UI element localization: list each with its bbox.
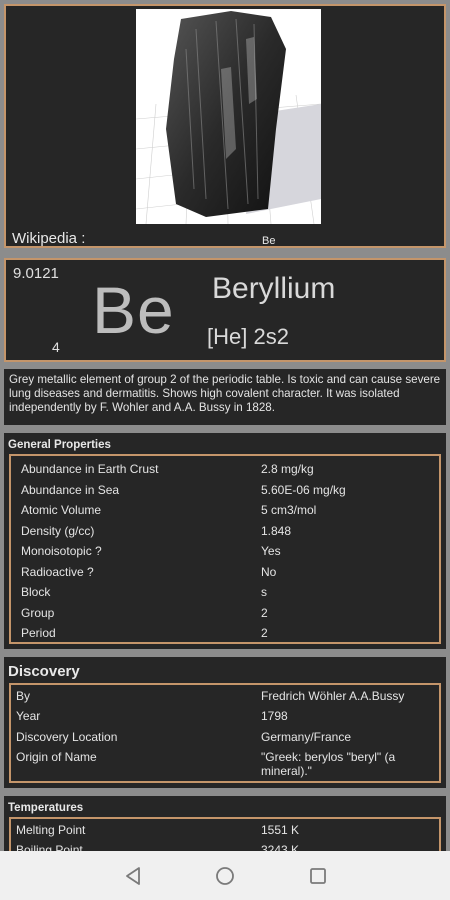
navigation-bar <box>0 851 450 900</box>
property-label: Melting Point <box>16 823 86 837</box>
general-properties-box: Abundance in Earth Crust 2.8 mg/kg Abund… <box>9 454 441 644</box>
home-icon[interactable] <box>212 863 238 889</box>
property-value: s <box>261 585 267 599</box>
discovery-box: By Fredrich Wöhler A.A.Bussy Year 1798 D… <box>9 683 441 783</box>
property-label: Origin of Name <box>16 750 97 764</box>
property-label: Abundance in Sea <box>21 483 120 497</box>
property-value: 2.8 mg/kg <box>261 462 314 476</box>
section-title: Discovery <box>8 663 80 680</box>
electron-configuration: [He] 2s2 <box>207 324 289 349</box>
property-label: By <box>16 689 31 703</box>
general-properties-section: General Properties Abundance in Earth Cr… <box>4 433 446 649</box>
image-panel: Wikipedia : Be <box>4 4 446 248</box>
back-icon[interactable] <box>120 863 146 889</box>
property-label: Abundance in Earth Crust <box>21 462 159 476</box>
recents-icon[interactable] <box>305 863 331 889</box>
atomic-weight: 9.0121 <box>13 265 59 282</box>
property-value: Fredrich Wöhler A.A.Bussy <box>261 689 405 703</box>
property-label: Density (g/cc) <box>21 524 95 538</box>
property-label: Group <box>21 606 55 620</box>
section-title: Temperatures <box>8 802 84 814</box>
property-value: 2 <box>261 606 268 620</box>
property-label: Radioactive ? <box>21 565 94 579</box>
element-header: 9.0121 4 Be Beryllium [He] 2s2 <box>4 258 446 362</box>
property-value: 1798 <box>261 709 288 723</box>
property-value: Germany/France <box>261 730 352 744</box>
property-value: "Greek: berylos "beryl" (a mineral)." <box>261 750 396 778</box>
element-photo[interactable] <box>136 9 321 224</box>
property-value: No <box>261 565 277 579</box>
property-label: Discovery Location <box>16 730 118 744</box>
property-label: Monoisotopic ? <box>21 544 102 558</box>
section-title: General Properties <box>8 439 111 451</box>
property-value: 1.848 <box>261 524 292 538</box>
discovery-section: Discovery By Fredrich Wöhler A.A.Bussy Y… <box>4 657 446 788</box>
property-label: Atomic Volume <box>21 503 102 517</box>
wikipedia-label: Wikipedia : <box>12 230 86 247</box>
element-name: Beryllium <box>212 272 336 305</box>
element-description: Grey metallic element of group 2 of the … <box>4 369 446 425</box>
property-value: 5 cm3/mol <box>261 503 317 517</box>
property-label: Year <box>16 709 41 723</box>
element-symbol: Be <box>92 273 175 347</box>
wikipedia-link[interactable]: Be <box>262 235 275 247</box>
property-value: Yes <box>261 544 281 558</box>
property-value: 5.60E-06 mg/kg <box>261 483 346 497</box>
atomic-number: 4 <box>52 339 60 355</box>
property-value: 2 <box>261 626 268 640</box>
property-label: Period <box>21 626 56 640</box>
property-label: Block <box>21 585 51 599</box>
property-value: 1551 K <box>261 823 300 837</box>
